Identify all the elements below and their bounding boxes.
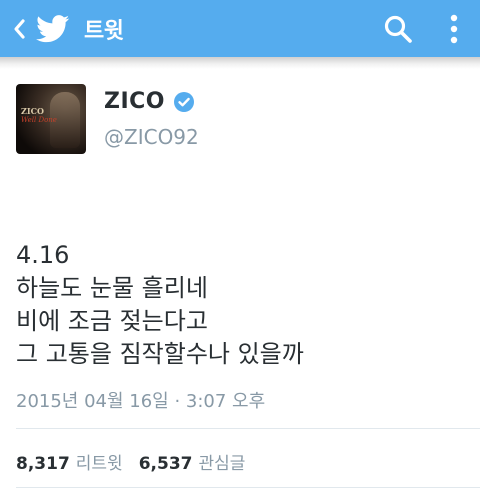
retweets-label[interactable]: 리트윗 [76, 449, 123, 474]
search-icon[interactable] [383, 14, 413, 44]
tweet-text-line: 하늘도 눈물 흘리네 [16, 274, 208, 302]
tweet-detail: ZICO Well Done ZICO @ZICO92 4.16 하늘도 눈물 … [0, 69, 480, 488]
tweet-author[interactable]: ZICO Well Done ZICO @ZICO92 [0, 69, 480, 169]
retweets-count[interactable]: 8,317 [16, 454, 70, 474]
avatar-title: ZICO [21, 106, 44, 116]
author-handle[interactable]: @ZICO92 [104, 125, 199, 149]
chevron-left-icon[interactable] [12, 18, 26, 40]
avatar-subtitle: Well Done [21, 116, 57, 124]
author-name-row: ZICO [104, 89, 195, 114]
tweet-stats: 8,317 리트윗 6,537 관심글 [16, 449, 261, 474]
header-shadow [0, 57, 480, 69]
tweet-timestamp: 2015년 04월 16일 · 3:07 오후 [16, 391, 266, 412]
tweet-text-line: 그 고통을 짐작할수나 있을까 [16, 340, 304, 368]
tweet-text-line: 비에 조금 젖는다고 [16, 307, 208, 335]
favorites-label[interactable]: 관심글 [198, 449, 245, 474]
top-app-bar: 트윗 [0, 0, 480, 57]
tweet-text-line: 4.16 [16, 241, 70, 269]
favorites-count[interactable]: 6,537 [139, 454, 193, 474]
page-title: 트윗 [84, 18, 124, 44]
avatar[interactable]: ZICO Well Done [16, 84, 86, 154]
author-name[interactable]: ZICO [104, 89, 165, 114]
vertical-dots-icon[interactable] [449, 13, 459, 45]
twitter-bird-icon [36, 14, 70, 43]
tweet-text: 4.16 하늘도 눈물 흘리네 비에 조금 젖는다고 그 고통을 짐작할수나 있… [16, 239, 304, 371]
divider [16, 428, 480, 429]
verified-badge-icon [173, 91, 195, 113]
